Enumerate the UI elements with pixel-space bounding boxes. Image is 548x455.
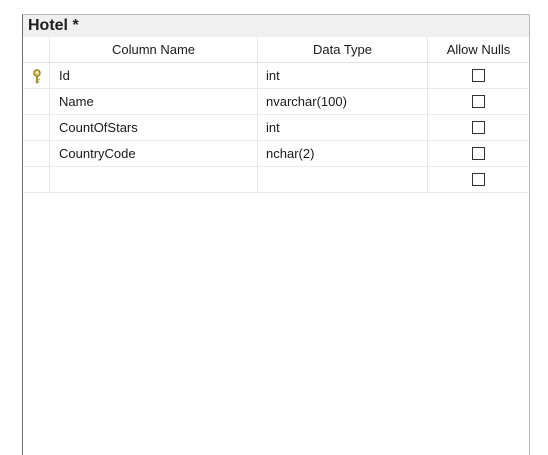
allow-nulls-cell (428, 115, 529, 140)
data-type-cell[interactable]: int (258, 63, 428, 88)
column-name-cell[interactable]: CountryCode (50, 141, 258, 166)
row-selector[interactable] (23, 89, 50, 114)
allow-nulls-checkbox[interactable] (472, 173, 485, 186)
table-row[interactable]: CountryCode nchar(2) (23, 141, 529, 167)
data-type-cell[interactable]: nvarchar(100) (258, 89, 428, 114)
allow-nulls-checkbox[interactable] (472, 69, 485, 82)
column-name-cell[interactable] (50, 167, 258, 192)
data-type-cell[interactable]: nchar(2) (258, 141, 428, 166)
allow-nulls-cell (428, 63, 529, 88)
column-name-cell[interactable]: Id (50, 63, 258, 88)
table-row-new[interactable] (23, 167, 529, 193)
allow-nulls-checkbox[interactable] (472, 147, 485, 160)
allow-nulls-header[interactable]: Allow Nulls (428, 37, 529, 62)
allow-nulls-cell (428, 167, 529, 192)
table-row[interactable]: Id int (23, 63, 529, 89)
allow-nulls-checkbox[interactable] (472, 121, 485, 134)
column-name-cell[interactable]: Name (50, 89, 258, 114)
data-type-cell[interactable] (258, 167, 428, 192)
data-type-header[interactable]: Data Type (258, 37, 428, 62)
screen: Hotel * Column Name Data Type Allow Null… (0, 0, 548, 455)
table-designer: Hotel * Column Name Data Type Allow Null… (22, 14, 530, 455)
row-selector[interactable] (23, 63, 50, 88)
column-name-cell[interactable]: CountOfStars (50, 115, 258, 140)
row-selector[interactable] (23, 167, 50, 192)
column-name-header[interactable]: Column Name (50, 37, 258, 62)
table-row[interactable]: CountOfStars int (23, 115, 529, 141)
table-row[interactable]: Name nvarchar(100) (23, 89, 529, 115)
allow-nulls-checkbox[interactable] (472, 95, 485, 108)
allow-nulls-cell (428, 141, 529, 166)
row-selector[interactable] (23, 141, 50, 166)
column-grid: Column Name Data Type Allow Nulls Id int (23, 37, 529, 193)
table-title: Hotel * (23, 15, 529, 37)
data-type-cell[interactable]: int (258, 115, 428, 140)
grid-header-row: Column Name Data Type Allow Nulls (23, 37, 529, 63)
row-selector-header[interactable] (23, 37, 50, 62)
allow-nulls-cell (428, 89, 529, 114)
row-selector[interactable] (23, 115, 50, 140)
key-icon (33, 69, 41, 84)
